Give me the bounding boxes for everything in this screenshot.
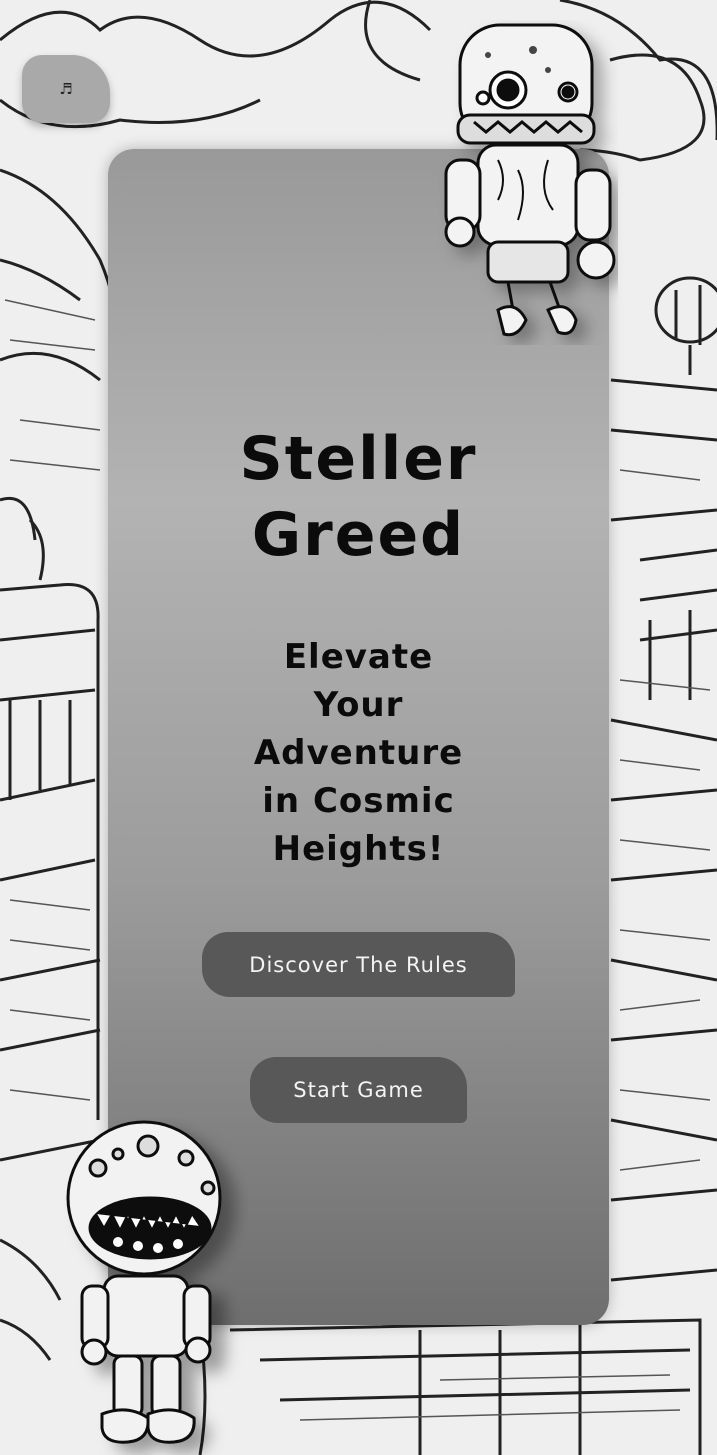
tagline: Elevate Your Adventure in Cosmic Heights… <box>108 633 609 873</box>
tagline-line-3: Adventure <box>253 733 464 773</box>
zombie-character-bottom <box>66 1120 222 1444</box>
game-title-line-1: Steller <box>239 424 478 494</box>
robot-character-top <box>444 23 616 337</box>
tagline-line-5: Heights! <box>272 829 445 869</box>
tagline-line-4: in Cosmic <box>262 781 455 821</box>
music-toggle-button[interactable]: ♬ <box>22 55 110 123</box>
game-title-line-2: Greed <box>251 500 466 570</box>
tagline-line-2: Your <box>313 685 404 725</box>
tagline-line-1: Elevate <box>283 637 434 677</box>
discover-rules-button[interactable]: Discover The Rules <box>202 932 515 997</box>
music-note-icon: ♬ <box>59 80 73 98</box>
game-title: Steller Greed <box>108 421 609 573</box>
start-game-button[interactable]: Start Game <box>250 1057 467 1123</box>
